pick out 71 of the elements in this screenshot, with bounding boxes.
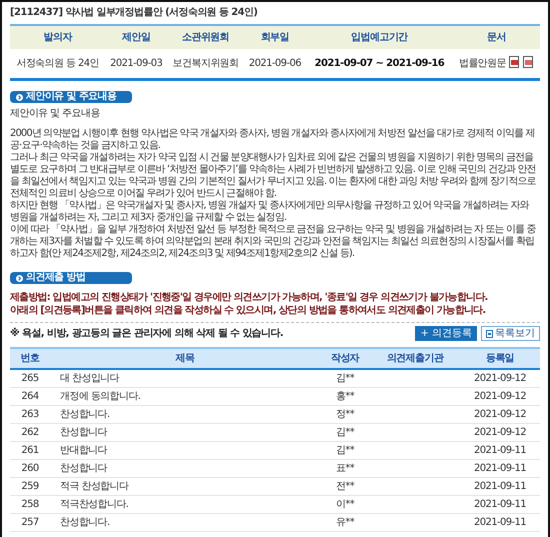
table-cell: 2021-09-03	[105, 49, 168, 80]
column-header: 등록일	[460, 348, 540, 369]
column-header: 의견제출기관	[370, 348, 460, 369]
paragraph: 이에 따라 「약사법」을 일부 개정하여 처방전 알선 등 부정한 목적으로 금전을 요구하는 약국 및 병원을 개설하려는 자 또는 이를 중개하는 제3자를 처벌할 수 있도록 하여 의약분업의 본래 취지와 국민의 건강과 안전을 책임지는 최일선 의료현장의 시장질서를 확립하고자 함(안 제24조제2항, 제24조의2, 제24조의3 및 제94조제1항제2호의2 신설 등).	[10, 224, 537, 260]
section-heading: 제안이유 및 주요내용	[10, 91, 132, 103]
list-button[interactable]: 목록보기	[481, 326, 540, 341]
table-cell: 표**	[320, 460, 370, 478]
paragraph: 하지만 현행 「약사법」은 약국개설자 및 종사자, 병원 개설자 및 종사자에게만 의무사항을 규정하고 있어 약국을 개설하려는 자와 병원을 개설하려는 자, 그리고 제3자 중개인을 규제할 수 없는 실정임.	[10, 200, 530, 224]
table-cell: 265	[10, 369, 50, 388]
table-cell: 2021-09-07 ~ 2021-09-16	[306, 49, 453, 80]
table-cell: 서정숙의원 등 24인	[10, 49, 106, 80]
instruction-text: 제출방법: 입법예고의 진행상태가 '진행중'일 경우에만 의견쓰기가 가능하며, '종료'일 경우 의견쓰기가 불가능합니다.	[10, 291, 488, 304]
table-cell: 이**	[320, 496, 370, 514]
table-cell: 홍**	[320, 388, 370, 406]
table-cell: 2021-09-12	[460, 369, 540, 388]
comment-link[interactable]: 대 찬성입니다	[50, 369, 320, 388]
table-cell: 김**	[320, 442, 370, 460]
column-header: 문서	[452, 25, 540, 49]
register-button[interactable]: + 의견등록	[415, 326, 477, 341]
column-header: 회부일	[244, 25, 306, 49]
arrow-icon	[16, 94, 23, 100]
table-cell: 2021-09-12	[460, 388, 540, 406]
section-heading: 의견제출 방법	[10, 272, 132, 284]
table-cell: 259	[10, 478, 50, 496]
table-cell: 2021-09-11	[460, 496, 540, 514]
table-cell: 유**	[320, 514, 370, 532]
paragraph: 2000년 의약분업 시행이후 현행 약사법은 약국 개설자와 종사자, 병원 개설자와 종사자에게 처방전 알선을 대가로 경제적 이익를 제공·요구·약속하는 것을 금지하고 있음.	[10, 128, 536, 152]
table-cell: 262	[10, 424, 50, 442]
comment-link[interactable]: 찬성합니다.	[50, 514, 320, 532]
column-header: 제목	[50, 348, 320, 369]
table-cell: 2021-09-11	[460, 460, 540, 478]
list-icon	[486, 330, 493, 338]
document-icon[interactable]	[508, 56, 520, 68]
arrow-icon	[16, 274, 23, 282]
table-cell: 260	[10, 460, 50, 478]
table-cell: 2021-09-12	[460, 406, 540, 424]
comment-link[interactable]: 개정에 동의합니다.	[50, 388, 320, 406]
column-header: 번호	[10, 348, 50, 369]
table-cell: 264	[10, 388, 50, 406]
notice-text: ※ 욕설, 비방, 광고등의 글은 관리자에 의해 삭제 될 수 있습니다.	[10, 326, 284, 341]
comment-link[interactable]: 적극찬성합니다.	[50, 496, 320, 514]
table-cell: 정**	[320, 406, 370, 424]
pdf-icon[interactable]	[522, 56, 534, 68]
comment-link[interactable]: 반대합니다	[50, 442, 320, 460]
table-cell: 2021-09-06	[244, 49, 306, 80]
table-cell: 2021-09-11	[460, 478, 540, 496]
table-cell: 257	[10, 514, 50, 532]
table-cell: 보건복지위원회	[167, 49, 244, 80]
instruction-text: 아래의 [의견등록]버튼을 클릭하여 의견을 작성하실 수 있으시며, 상단의 방법을 통하여서도 의견제출이 가능합니다.	[10, 304, 486, 317]
column-header: 작성자	[320, 348, 370, 369]
table-cell: 2021-09-11	[460, 514, 540, 532]
column-header: 입법예고기간	[306, 25, 453, 49]
comment-link[interactable]: 적극 찬성합니다	[50, 478, 320, 496]
bill-title: [2112437] 약사법 일부개정법률안 (서정숙의원 등 24인)	[10, 6, 258, 20]
document-label: 법률안원문	[458, 58, 506, 69]
paragraph: 그러나 최근 약국을 개설하려는 자가 약국 입점 시 건물 분양대행사가 임차료 외에 같은 건물의 병원을 지원하기 위한 명목의 금전을 별도로 요구하며 그 반대급부로 이른바 ‘처방전 몰아주기’를 약속하는 사례가 빈번하게 발생하고 있음. 이로 인해 국민의 건강과 안전을 최일선에서 책임지고 있는 약국과 병원 간의 기본적인 질서가 무너지고 있음. 이는 환자에 대한 과잉 처방 우려와 함께 장기적으로 전체적인 의료비 상승으로 이어질 우려가 있어 반드시 근절해야 함.	[10, 152, 537, 200]
column-header: 제안일	[105, 25, 168, 49]
table-cell: 김**	[320, 369, 370, 388]
comment-link[interactable]: 찬성합니다.	[50, 406, 320, 424]
column-header: 소관위원회	[167, 25, 244, 49]
column-header: 발의자	[10, 25, 106, 49]
table-cell: 전**	[320, 478, 370, 496]
table-cell: 2021-09-12	[460, 424, 540, 442]
comment-link[interactable]: 찬성합니다	[50, 424, 320, 442]
section-subtitle: 제안이유 및 주요내용	[10, 107, 101, 121]
table-cell: 261	[10, 442, 50, 460]
table-cell: 김**	[320, 424, 370, 442]
table-cell: 2021-09-11	[460, 442, 540, 460]
table-cell: 258	[10, 496, 50, 514]
table-cell: 263	[10, 406, 50, 424]
comment-link[interactable]: 찬성합니다	[50, 460, 320, 478]
